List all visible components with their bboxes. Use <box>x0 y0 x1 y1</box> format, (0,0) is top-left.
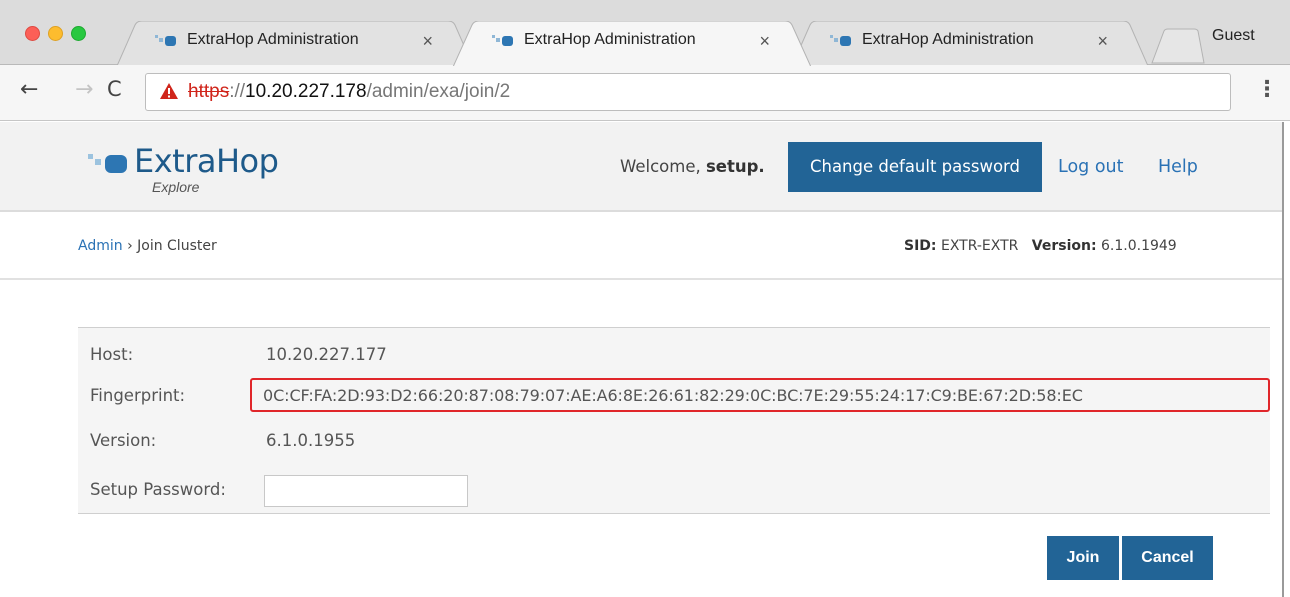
version-label: Version: <box>90 431 157 450</box>
fingerprint-value: 0C:CF:FA:2D:93:D2:66:20:87:08:79:07:AE:A… <box>263 386 1083 405</box>
setup-password-label: Setup Password: <box>90 480 226 499</box>
address-bar[interactable]: https://10.20.227.178/admin/exa/join/2 <box>145 73 1231 111</box>
tab-title: ExtraHop Administration <box>862 31 1034 48</box>
breadcrumb-bar: Admin › Join Cluster SID: EXTR-EXTR Vers… <box>0 214 1282 280</box>
system-info: SID: EXTR-EXTR Version: 6.1.0.1949 <box>904 238 1177 254</box>
browser-menu-icon[interactable]: ⋮ <box>1256 77 1278 102</box>
reload-icon[interactable]: C <box>107 77 122 101</box>
version-value: 6.1.0.1955 <box>266 431 356 450</box>
browser-titlebar: ExtraHop Administration × ExtraHop Admin… <box>0 0 1290 66</box>
host-value: 10.20.227.177 <box>266 345 387 364</box>
forward-arrow-icon[interactable]: → <box>75 77 93 102</box>
breadcrumb: Admin › Join Cluster <box>78 238 217 254</box>
cancel-button[interactable]: Cancel <box>1122 536 1213 580</box>
new-tab-button[interactable] <box>1150 28 1206 64</box>
minimize-window-icon[interactable] <box>48 26 63 41</box>
version-label: Version: <box>1031 238 1097 254</box>
url-text[interactable]: https://10.20.227.178/admin/exa/join/2 <box>188 81 510 103</box>
extrahop-logo-icon[interactable] <box>88 152 132 176</box>
maximize-window-icon[interactable] <box>71 26 86 41</box>
browser-tab-2-active[interactable]: ExtraHop Administration × <box>452 21 812 66</box>
url-separator: :// <box>229 81 246 102</box>
back-arrow-icon[interactable]: ← <box>20 77 38 102</box>
tab-title: ExtraHop Administration <box>187 31 359 48</box>
profile-guest-label[interactable]: Guest <box>1212 27 1255 45</box>
logo-subtitle: Explore <box>152 179 200 195</box>
fingerprint-label: Fingerprint: <box>90 386 186 405</box>
username: setup. <box>705 157 765 176</box>
browser-toolbar: ← → C https://10.20.227.178/admin/exa/jo… <box>0 65 1290 121</box>
tab-title: ExtraHop Administration <box>524 31 696 48</box>
browser-tab-1[interactable]: ExtraHop Administration × <box>115 21 475 66</box>
welcome-message: Welcome, setup. <box>620 157 765 176</box>
help-link[interactable]: Help <box>1158 157 1198 177</box>
close-window-icon[interactable] <box>25 26 40 41</box>
join-button[interactable]: Join <box>1047 536 1119 580</box>
app-header: ExtraHop Explore Welcome, setup. Change … <box>0 122 1282 212</box>
breadcrumb-current: Join Cluster <box>137 238 217 254</box>
url-scheme: https <box>188 81 230 102</box>
sid-label: SID: <box>904 238 937 254</box>
host-label: Host: <box>90 345 134 364</box>
fingerprint-highlight-box: 0C:CF:FA:2D:93:D2:66:20:87:08:79:07:AE:A… <box>250 378 1270 412</box>
version-value: 6.1.0.1949 <box>1101 238 1177 254</box>
breadcrumb-admin-link[interactable]: Admin <box>78 238 123 254</box>
breadcrumb-separator: › <box>122 238 138 254</box>
setup-password-input[interactable] <box>264 475 468 507</box>
join-cluster-form: Host: 10.20.227.177 Fingerprint: 0C:CF:F… <box>78 327 1270 514</box>
logo-name[interactable]: ExtraHop <box>134 142 279 180</box>
sid-value: EXTR-EXTR <box>940 238 1019 254</box>
page-content: ExtraHop Explore Welcome, setup. Change … <box>0 122 1282 597</box>
extrahop-favicon-icon <box>830 35 851 46</box>
change-default-password-button[interactable]: Change default password <box>788 142 1042 192</box>
url-host: 10.20.227.178 <box>245 81 367 102</box>
browser-tab-3[interactable]: ExtraHop Administration × <box>790 21 1150 66</box>
not-secure-warning-icon[interactable] <box>159 82 179 100</box>
window-edge <box>1282 122 1290 597</box>
close-tab-icon[interactable]: × <box>422 31 433 52</box>
logout-link[interactable]: Log out <box>1058 157 1123 177</box>
extrahop-favicon-icon <box>492 35 513 46</box>
welcome-prefix: Welcome, <box>620 157 706 176</box>
close-tab-icon[interactable]: × <box>1097 31 1108 52</box>
url-path: /admin/exa/join/2 <box>366 81 511 102</box>
close-tab-icon[interactable]: × <box>759 31 770 52</box>
extrahop-favicon-icon <box>155 35 176 46</box>
